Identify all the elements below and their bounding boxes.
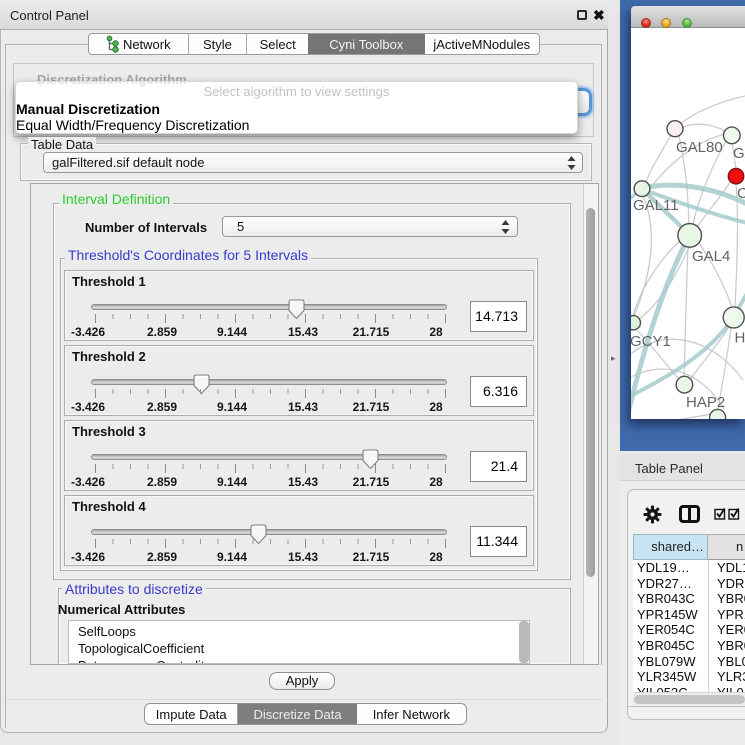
- svg-text:HAP2: HAP2: [686, 394, 725, 411]
- svg-text:GAL80: GAL80: [676, 139, 723, 156]
- svg-text:GCY1: GCY1: [631, 333, 671, 350]
- svg-text:GA: GA: [733, 145, 745, 162]
- svg-text:H: H: [735, 330, 745, 347]
- svg-text:GAL4: GAL4: [692, 248, 730, 265]
- svg-text:C: C: [737, 185, 745, 202]
- svg-text:GAL11: GAL11: [633, 197, 679, 214]
